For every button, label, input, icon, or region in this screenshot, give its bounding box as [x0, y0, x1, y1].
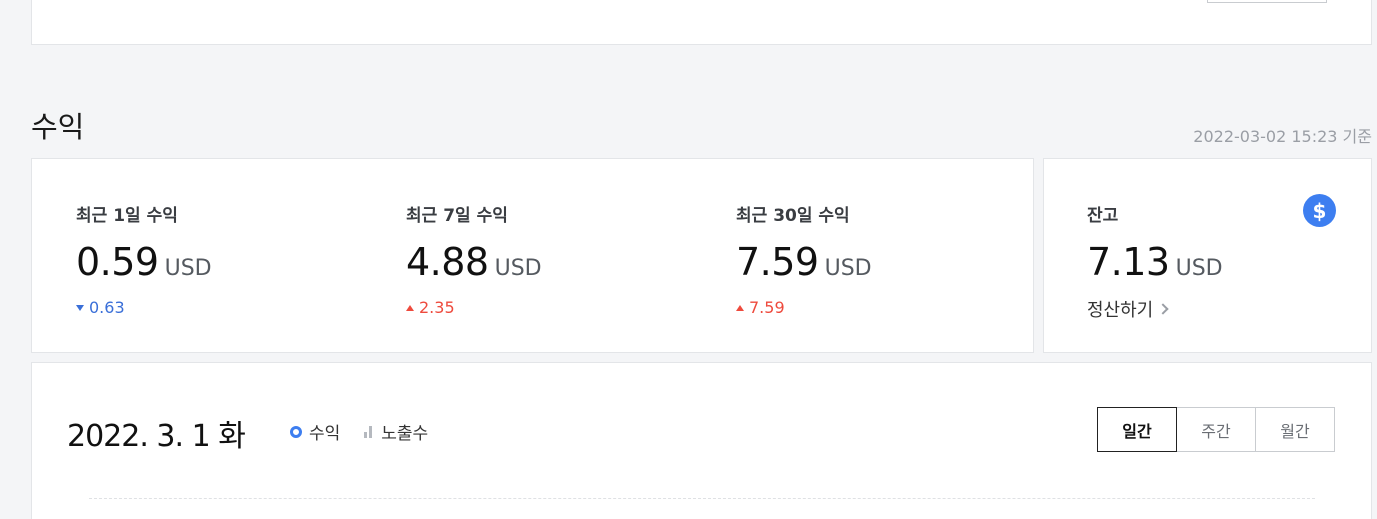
- stat-change-value: 2.35: [419, 298, 455, 317]
- arrow-down-icon: [76, 304, 84, 311]
- tab-daily[interactable]: 일간: [1097, 407, 1177, 452]
- stat-label: 최근 30일 수익: [736, 206, 850, 226]
- legend-label: 수익: [309, 424, 341, 444]
- balance-stat: 잔고 7.13 USD 정산하기: [1087, 201, 1223, 322]
- stat-change: 2.35: [406, 298, 542, 317]
- top-card: [31, 0, 1372, 45]
- settle-link[interactable]: 정산하기: [1087, 296, 1223, 322]
- stat-unit: USD: [824, 256, 872, 281]
- legend-label: 노출수: [381, 424, 429, 444]
- stat-value: 4.88: [406, 240, 489, 284]
- timestamp: 2022-03-02 15:23 기준: [1193, 127, 1372, 146]
- period-tabs: 일간 주간 월간: [1097, 407, 1335, 452]
- revenue-card: 최근 1일 수익 0.59 USD 0.63 최근 7일 수익 4.88 USD 2…: [31, 158, 1034, 353]
- stat-label: 최근 7일 수익: [406, 206, 508, 226]
- top-card-button[interactable]: [1207, 0, 1327, 3]
- stat-change: 7.59: [736, 298, 872, 317]
- page: 수익 2022-03-02 15:23 기준 최근 1일 수익 0.59 USD …: [0, 0, 1377, 519]
- stat-unit: USD: [164, 256, 212, 281]
- revenue-stat-1day: 최근 1일 수익 0.59 USD 0.63: [76, 201, 212, 317]
- stat-label: 최근 1일 수익: [76, 206, 178, 226]
- arrow-up-icon: [736, 304, 744, 311]
- chart-legend: 수익 노출수: [290, 419, 452, 444]
- arrow-up-icon: [406, 304, 414, 311]
- circle-icon: [290, 425, 302, 438]
- chevron-right-icon: [1157, 303, 1169, 315]
- legend-item-impressions: 노출수: [364, 419, 428, 444]
- stat-value: 7.59: [736, 240, 819, 284]
- stat-change: 0.63: [76, 298, 212, 317]
- chart-grid-line: [89, 498, 1315, 499]
- revenue-stat-30day: 최근 30일 수익 7.59 USD 7.59: [736, 201, 872, 317]
- balance-card: 잔고 7.13 USD 정산하기 $: [1043, 158, 1372, 353]
- balance-unit: USD: [1175, 256, 1223, 281]
- stat-change-value: 7.59: [749, 298, 785, 317]
- stat-change-value: 0.63: [89, 298, 125, 317]
- chart-date: 2022. 3. 1 화: [67, 419, 246, 454]
- stat-value: 0.59: [76, 240, 159, 284]
- stat-unit: USD: [494, 256, 542, 281]
- balance-value: 7.13: [1087, 240, 1170, 284]
- dollar-icon: $: [1303, 194, 1336, 227]
- balance-label: 잔고: [1087, 206, 1119, 226]
- chart-card: 2022. 3. 1 화 수익 노출수 일간 주간 월간: [31, 362, 1372, 519]
- legend-item-revenue: 수익: [290, 419, 340, 444]
- tab-monthly[interactable]: 월간: [1255, 407, 1335, 452]
- tab-weekly[interactable]: 주간: [1176, 407, 1256, 452]
- section-title: 수익: [31, 110, 85, 144]
- revenue-stat-7day: 최근 7일 수익 4.88 USD 2.35: [406, 201, 542, 317]
- bar-chart-icon: [364, 425, 374, 438]
- settle-label: 정산하기: [1087, 300, 1154, 321]
